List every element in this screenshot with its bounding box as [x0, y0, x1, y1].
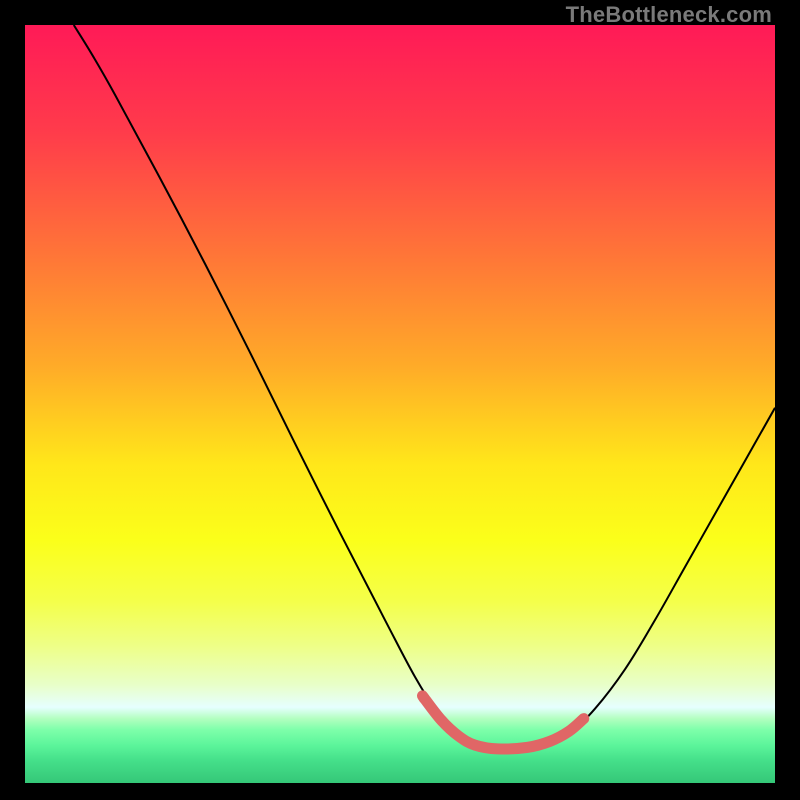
chart-svg: [25, 25, 775, 783]
chart-frame: TheBottleneck.com: [0, 0, 800, 800]
highlight-dot-b: [437, 715, 448, 726]
highlight-dot-a: [419, 693, 430, 704]
watermark-text: TheBottleneck.com: [566, 2, 772, 28]
chart-plot-area: [25, 25, 775, 783]
chart-background: [25, 25, 775, 783]
